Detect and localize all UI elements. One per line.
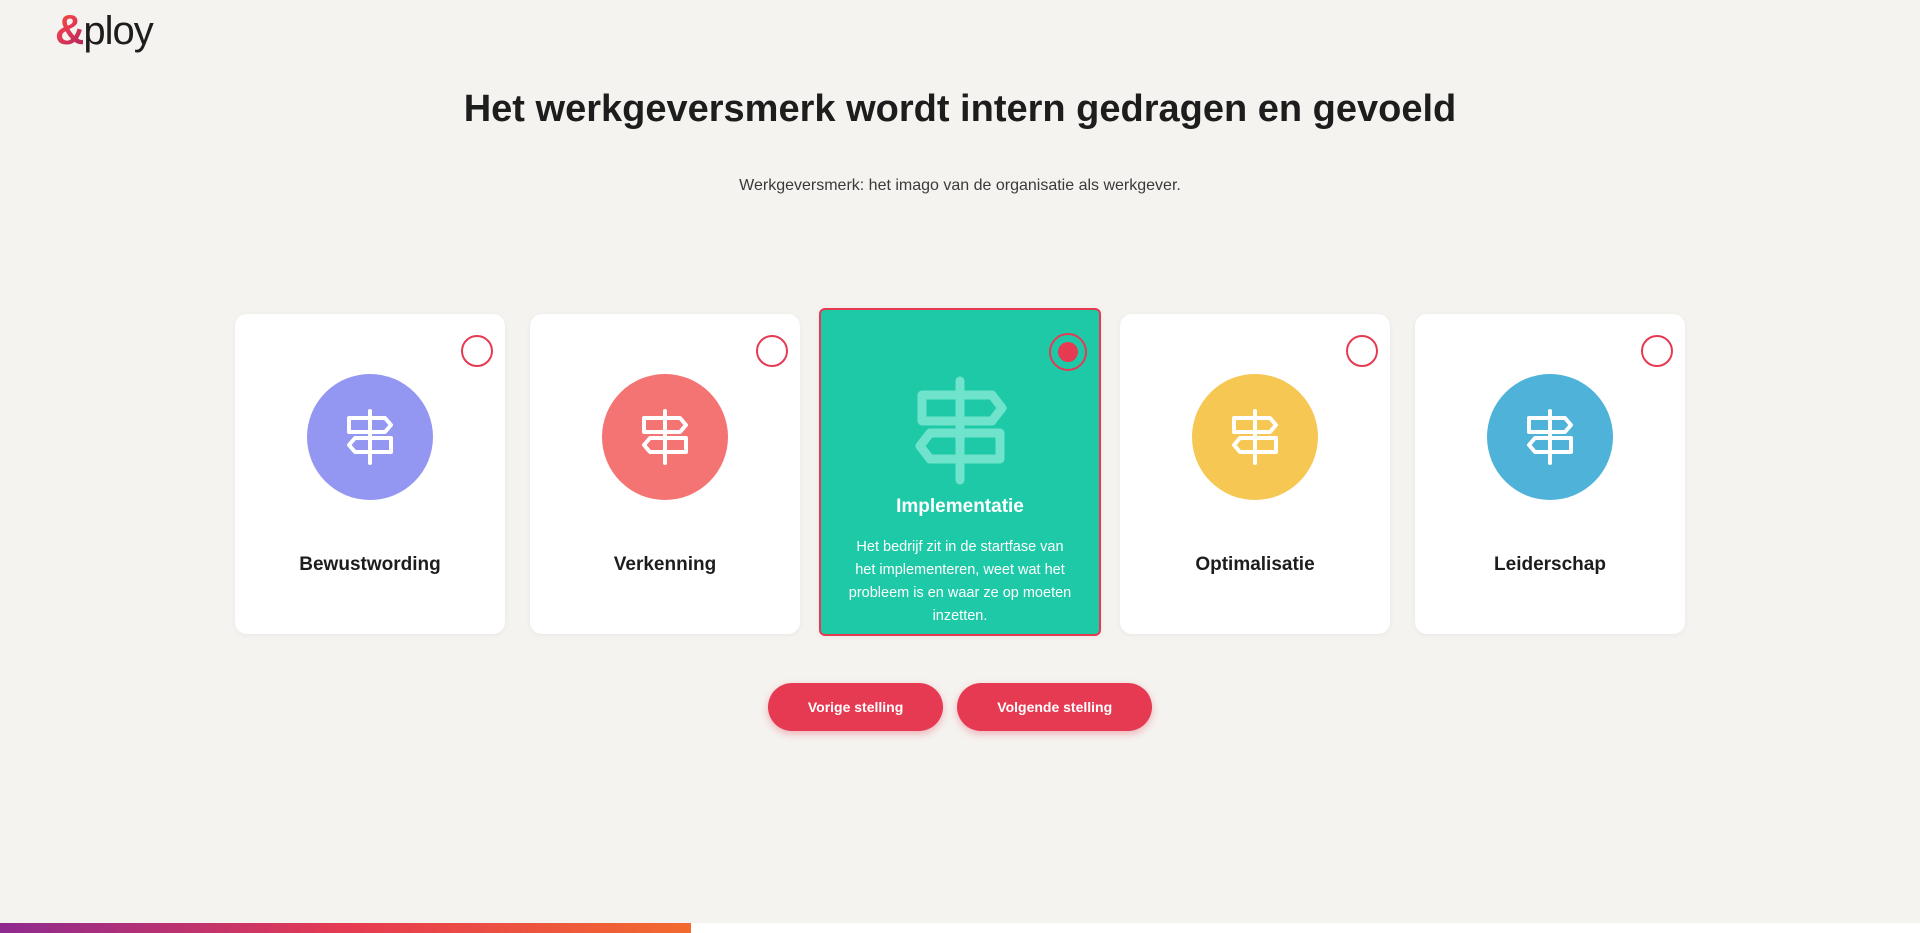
icon-circle [1192, 374, 1318, 500]
logo-ampersand: & [55, 6, 85, 53]
signpost-icon [1232, 409, 1278, 465]
option-cards: Bewustwording Verkenning Implementatie H… [235, 308, 1685, 636]
option-card-verkenning[interactable]: Verkenning [530, 314, 800, 634]
previous-statement-button[interactable]: Vorige stelling [767, 683, 944, 731]
logo-word: ploy [83, 9, 153, 53]
progress-bar-fill [0, 923, 692, 933]
option-card-leiderschap[interactable]: Leiderschap [1415, 314, 1685, 634]
radio-button[interactable] [461, 335, 493, 367]
option-card-implementatie[interactable]: Implementatie Het bedrijf zit in de star… [819, 308, 1101, 636]
icon-circle [307, 374, 433, 500]
navigation-buttons: Vorige stelling Volgende stelling [0, 683, 1920, 731]
option-label: Bewustwording [299, 554, 441, 575]
signpost-icon [642, 409, 688, 465]
signpost-icon [915, 376, 1007, 485]
page: & ploy Het werkgeversmerk wordt intern ge… [0, 0, 1920, 933]
ploy-logo[interactable]: & ploy [55, 6, 154, 54]
next-statement-button[interactable]: Volgende stelling [957, 683, 1153, 731]
page-subtitle: Werkgeversmerk: het imago van de organis… [739, 177, 1181, 194]
option-label: Verkenning [613, 554, 717, 575]
radio-button[interactable] [1641, 335, 1673, 367]
progress-bar [0, 923, 1920, 933]
option-label: Implementatie [896, 496, 1024, 517]
radio-button[interactable] [1346, 335, 1378, 367]
signpost-icon [347, 409, 393, 465]
signpost-icon [1527, 409, 1573, 465]
page-title: Het werkgeversmerk wordt intern gedragen… [463, 88, 1457, 130]
icon-circle [602, 374, 728, 500]
option-label: Leiderschap [1494, 554, 1606, 575]
option-card-optimalisatie[interactable]: Optimalisatie [1120, 314, 1390, 634]
radio-button-selected[interactable] [1049, 333, 1087, 371]
icon-circle [1487, 374, 1613, 500]
option-label: Optimalisatie [1195, 554, 1315, 575]
option-card-bewustwording[interactable]: Bewustwording [235, 314, 505, 634]
option-description: Het bedrijf zit in de startfase van het … [848, 539, 1072, 624]
radio-button[interactable] [756, 335, 788, 367]
